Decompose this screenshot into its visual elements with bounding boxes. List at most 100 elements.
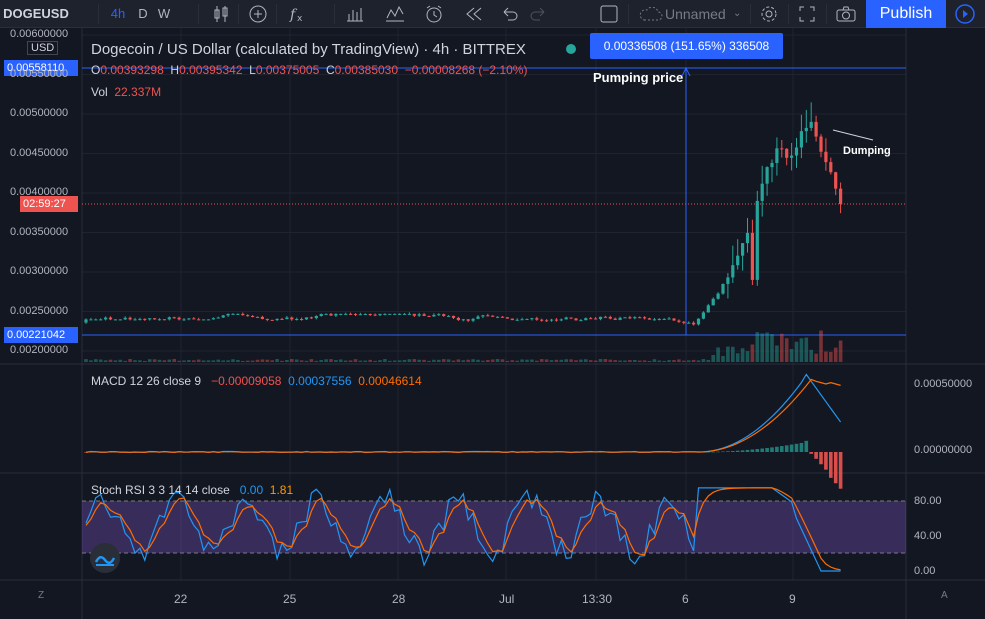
volume-bar: [809, 349, 813, 362]
candle-body: [775, 148, 779, 163]
candle-body: [834, 172, 838, 189]
volume-bar: [407, 359, 412, 362]
volume-bar: [824, 351, 828, 362]
volume-bar: [192, 360, 196, 362]
alerts-icon[interactable]: [420, 0, 448, 28]
volume-bar: [476, 359, 480, 362]
candle-body: [353, 313, 358, 315]
volume-bar: [706, 359, 711, 362]
symbol-search[interactable]: DOGEUSD: [0, 0, 72, 28]
chevron-down-icon[interactable]: ⌄: [733, 0, 741, 28]
candle-body: [177, 317, 181, 320]
volume-bar: [784, 338, 789, 362]
auto-scale-right-button[interactable]: A: [941, 590, 948, 601]
candle-body: [505, 317, 509, 319]
macd-hist-value: −0.00009058: [211, 374, 282, 388]
macd-hist-bar: [814, 452, 818, 459]
volume-bar: [564, 359, 568, 362]
volume-bar: [402, 359, 407, 362]
volume-bar: [437, 359, 441, 362]
expand-icon[interactable]: [794, 0, 820, 28]
candle-body: [344, 313, 348, 315]
candle-body: [486, 315, 490, 317]
candle-body: [613, 318, 617, 320]
play-icon[interactable]: [952, 0, 978, 28]
interval-w[interactable]: W: [153, 0, 175, 28]
candle-body: [770, 162, 774, 168]
candle-body: [829, 162, 833, 173]
change-value: −0.00008268 (−2.10%): [404, 63, 528, 77]
candle-body: [804, 127, 808, 132]
low-value: 0.00375005: [255, 63, 320, 77]
candle-body: [349, 313, 353, 315]
candle-body: [500, 316, 505, 318]
volume-bar: [118, 359, 123, 362]
pumping-price-annotation[interactable]: Pumping price: [593, 70, 683, 85]
stoch-label: Stoch RSI 3 3 14 14 close: [91, 483, 230, 497]
tradingview-logo-icon[interactable]: [90, 543, 120, 573]
volume-bar: [285, 359, 289, 362]
candle-body: [84, 319, 88, 323]
macd-hist-bar: [745, 449, 750, 452]
candle-body: [809, 121, 813, 128]
interval-4h[interactable]: 4h: [103, 0, 133, 28]
volume-bar: [608, 359, 613, 362]
volume-bar: [760, 333, 764, 362]
candle-body: [525, 318, 529, 320]
volume-bar: [780, 333, 784, 362]
candle-body: [682, 321, 686, 323]
candle-body: [692, 322, 696, 325]
currency-label[interactable]: USD: [27, 41, 59, 55]
auto-scale-left-button[interactable]: Z: [38, 590, 44, 601]
redo-icon[interactable]: [525, 0, 551, 28]
volume-bar: [804, 337, 809, 362]
fullscreen-checkbox-icon[interactable]: [596, 0, 622, 28]
macd-histogram: [84, 440, 843, 489]
candle-body: [300, 319, 304, 321]
macd-hist-bar: [804, 440, 809, 452]
candle-body: [167, 317, 171, 320]
candle-body: [618, 317, 622, 320]
macd-hist-bar: [794, 443, 799, 452]
add-indicator-icon[interactable]: [245, 0, 271, 28]
macd-hist-bar: [780, 446, 784, 452]
layout-name[interactable]: Unnamed ⌄: [637, 0, 745, 28]
undo-icon[interactable]: [497, 0, 523, 28]
camera-icon[interactable]: [833, 0, 859, 28]
candle-body: [598, 316, 603, 320]
volume-bar: [691, 359, 696, 362]
candle-body: [608, 316, 612, 319]
chart-canvas[interactable]: [0, 28, 985, 619]
candles-icon[interactable]: [208, 0, 234, 28]
stoch-tick: 0.00: [914, 565, 936, 577]
measure-label[interactable]: 0.00336508 (151.65%) 336508: [590, 33, 783, 59]
macd-tick: 0.00000000: [914, 444, 973, 456]
settings-gear-icon[interactable]: [756, 0, 782, 28]
low-label: L: [249, 63, 256, 77]
candle-body: [574, 318, 578, 321]
volume-bar: [314, 360, 319, 362]
volume-bar: [789, 348, 794, 362]
volume-bar: [662, 360, 666, 362]
bar-compare-icon[interactable]: [342, 0, 368, 28]
chart-style-icon[interactable]: [382, 0, 408, 28]
volume-bar: [677, 359, 681, 362]
candle-body: [456, 317, 460, 321]
replay-icon[interactable]: [461, 0, 487, 28]
fx-icon[interactable]: fx: [284, 0, 310, 28]
candle-body: [157, 319, 162, 321]
interval-d[interactable]: D: [133, 0, 153, 28]
volume-bar: [98, 359, 103, 362]
candle-body: [535, 318, 539, 320]
volume-bar: [290, 359, 294, 362]
volume-bar: [735, 353, 740, 362]
candle-body: [677, 320, 681, 322]
volume-bar: [554, 359, 559, 362]
macd-hist-bar: [784, 445, 789, 452]
dumping-annotation[interactable]: Dumping: [843, 145, 891, 157]
publish-button[interactable]: Publish: [866, 0, 946, 28]
volume-bar: [701, 359, 706, 362]
candle-body: [437, 314, 441, 316]
candlestick-series[interactable]: [84, 102, 843, 326]
candle-body: [285, 317, 289, 320]
